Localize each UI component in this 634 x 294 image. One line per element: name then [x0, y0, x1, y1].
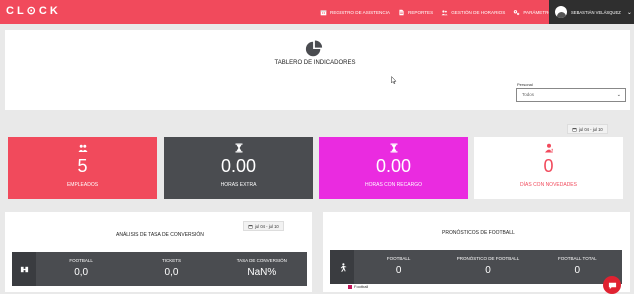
kpi-value: 5	[77, 156, 88, 176]
stat-value: 0	[395, 265, 402, 276]
conversion-date-range-picker[interactable]: jul 04 - jul 10	[243, 221, 284, 231]
user-menu[interactable]: Sebastián Velásquez ⌄	[549, 0, 634, 24]
conversion-stats-bar: Football 0,0 Tickets 0,0 Tasa de convers…	[12, 252, 307, 286]
users-icon	[78, 144, 87, 152]
document-icon	[399, 9, 404, 15]
stat-pronostico-football: Pronóstico de football 0	[443, 250, 532, 284]
stat-value: 0	[485, 265, 491, 276]
nav-item-reportes[interactable]: Reportes	[398, 9, 433, 16]
stat-head: Football	[386, 256, 411, 261]
kpi-label: Horas extra	[220, 182, 257, 188]
calendar-icon	[248, 224, 253, 228]
legend-label: Football	[354, 284, 369, 289]
kpi-card-horas-extra: 0.00 Horas extra	[164, 137, 313, 199]
chat-bubble-icon	[608, 282, 616, 289]
stat-football: Football 0,0	[36, 252, 126, 286]
nav-item-label: Registro de asistencia	[330, 9, 390, 15]
forecast-title: Pronósticos de football	[442, 230, 515, 236]
conversion-icon-cell	[12, 252, 36, 286]
arrows-exchange-icon	[20, 266, 28, 272]
stat-head: Tasa de conversión	[236, 258, 287, 263]
stat-value: 0,0	[74, 267, 89, 278]
chevron-down-icon: ⌄	[616, 92, 621, 98]
calendar-icon	[572, 127, 577, 131]
hourglass-icon	[390, 143, 397, 153]
stat-football: Football 0	[354, 250, 443, 284]
nav-item-registro-asistencia[interactable]: Registro de asistencia	[320, 9, 390, 16]
stat-tasa-conversion: Tasa de conversión NaN%	[217, 252, 307, 286]
nav-item-label: Reportes	[408, 9, 434, 15]
avatar	[555, 6, 567, 18]
stat-head: Football	[69, 258, 93, 263]
personal-filter-label: Personal	[517, 82, 533, 87]
nav-item-gestion-horarios[interactable]: Gestión de horarios	[441, 9, 505, 16]
app-logo[interactable]: CL⊙CK	[6, 4, 61, 17]
chevron-down-icon: ⌄	[626, 9, 632, 16]
stat-value: 0	[574, 265, 581, 276]
hourglass-icon	[235, 143, 242, 153]
personal-filter-value: Todos	[522, 92, 535, 97]
kpi-value: 0.00	[375, 156, 412, 176]
chat-button[interactable]	[603, 276, 621, 294]
conversion-title: Análisis de tasa de conversión	[116, 232, 204, 238]
kpi-value: 0.00	[220, 156, 257, 176]
kpi-value: 0	[543, 156, 554, 176]
stat-value: 0,0	[164, 267, 179, 278]
stat-head: Pronóstico de football	[456, 256, 520, 261]
running-person-icon	[340, 262, 346, 272]
kpi-label: Empleados	[66, 182, 99, 188]
nav-item-label: Gestión de horarios	[451, 9, 506, 15]
calendar-icon	[320, 9, 327, 15]
forecast-stats-bar: Football 0 Pronóstico de football 0 Foot…	[330, 250, 622, 284]
forecast-icon-cell	[330, 250, 354, 284]
pie-chart-icon	[305, 40, 323, 57]
date-range-picker[interactable]: jul 04 - jul 10	[567, 124, 608, 134]
user-alert-icon	[544, 143, 554, 153]
users-icon	[441, 9, 448, 15]
kpi-card-dias-novedades: 0 Días con novedades	[474, 137, 623, 199]
page-title: Tablero de indicadores	[274, 60, 356, 66]
gears-icon	[514, 9, 520, 15]
kpi-card-empleados: 5 Empleados	[8, 137, 157, 199]
forecast-legend: Football	[348, 284, 368, 289]
kpi-label: Días con novedades	[520, 182, 577, 188]
user-name: Sebastián Velásquez	[571, 9, 621, 15]
stat-tickets: Tickets 0,0	[126, 252, 216, 286]
personal-filter-select[interactable]: Todos ⌄	[516, 88, 626, 102]
date-range-label: jul 04 - jul 10	[255, 223, 279, 229]
kpi-card-horas-recargo: 0.00 Horas con recargo	[319, 137, 468, 199]
main-nav: Registro de asistencia Reportes Gestión …	[320, 0, 555, 24]
stat-head: Tickets	[161, 258, 181, 263]
legend-swatch	[348, 284, 352, 289]
stat-value: NaN%	[247, 267, 277, 278]
kpi-label: Horas con recargo	[365, 182, 422, 188]
mouse-cursor-icon	[391, 76, 397, 84]
stat-head: Football total	[558, 256, 597, 261]
top-navbar: CL⊙CK Registro de asistencia Reportes Ge…	[0, 0, 634, 24]
date-range-label: jul 04 - jul 10	[579, 126, 603, 132]
